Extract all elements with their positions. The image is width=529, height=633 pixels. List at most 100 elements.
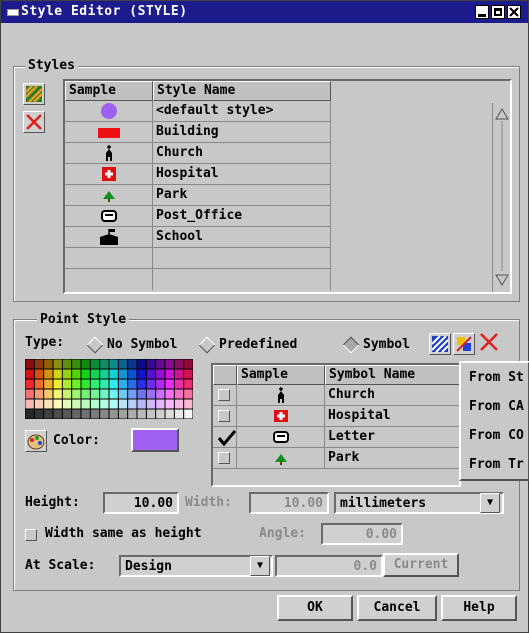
symbol-row-name[interactable]: Hospital [325,406,459,427]
palette-color-cell[interactable] [62,389,72,399]
table-row-style-name[interactable]: Park [153,185,331,206]
symbol-row-name[interactable]: Letter [325,427,459,448]
menu-item-from-ca[interactable]: From CA [461,392,528,421]
symbol-row-checkbox[interactable] [213,406,237,427]
palette-color-cell[interactable] [128,359,137,369]
palette-color-cell[interactable] [25,379,34,389]
palette-color-cell[interactable] [100,409,109,419]
table-row-empty[interactable] [65,248,153,269]
close-icon[interactable] [507,5,521,19]
palette-color-cell[interactable] [44,369,53,379]
table-row-sample[interactable] [65,164,153,185]
width-field[interactable]: 10.00 [249,492,329,514]
palette-color-cell[interactable] [25,389,34,399]
symbol-editor-icon[interactable] [453,333,475,355]
window-menu-icon[interactable] [7,9,19,16]
symbol-row-name[interactable]: Park [325,448,459,469]
hatch-pattern-icon[interactable] [429,333,451,355]
palette-color-cell[interactable] [174,409,184,419]
table-row-empty[interactable] [153,269,331,290]
palette-color-cell[interactable] [34,379,44,389]
palette-color-cell[interactable] [44,379,53,389]
palette-color-cell[interactable] [165,369,174,379]
palette-color-cell[interactable] [72,359,81,369]
chevron-down-icon[interactable]: ▼ [480,493,500,513]
cancel-button[interactable]: Cancel [357,595,437,621]
column-header-sample[interactable]: Sample [237,365,325,385]
palette-color-cell[interactable] [184,399,193,409]
same-as-height-checkbox[interactable] [25,529,37,541]
palette-color-cell[interactable] [165,359,174,369]
palette-color-cell[interactable] [137,389,146,399]
palette-color-cell[interactable] [184,409,193,419]
palette-color-cell[interactable] [174,399,184,409]
palette-color-cell[interactable] [174,369,184,379]
palette-color-cell[interactable] [34,409,44,419]
palette-color-cell[interactable] [128,389,137,399]
palette-color-cell[interactable] [90,399,100,409]
radio-predefined-label[interactable]: Predefined [219,337,297,352]
column-header-style-name[interactable]: Style Name [153,81,331,101]
chevron-down-icon[interactable]: ▼ [250,556,270,576]
symbol-row-checkbox[interactable] [213,448,237,469]
palette-color-cell[interactable] [72,389,81,399]
maximize-icon[interactable] [491,5,505,19]
palette-color-cell[interactable] [72,399,81,409]
palette-color-cell[interactable] [109,389,118,399]
palette-color-cell[interactable] [146,399,156,409]
palette-color-cell[interactable] [100,379,109,389]
palette-color-cell[interactable] [53,389,62,399]
color-palette[interactable] [25,359,193,419]
palette-color-cell[interactable] [44,359,53,369]
palette-color-cell[interactable] [156,359,165,369]
palette-color-cell[interactable] [53,399,62,409]
palette-color-cell[interactable] [62,379,72,389]
palette-color-cell[interactable] [156,399,165,409]
palette-color-cell[interactable] [44,399,53,409]
palette-color-cell[interactable] [156,409,165,419]
ok-button[interactable]: OK [277,595,353,621]
palette-color-cell[interactable] [146,379,156,389]
new-style-icon[interactable] [23,83,45,105]
palette-color-cell[interactable] [81,389,90,399]
palette-color-cell[interactable] [165,379,174,389]
palette-color-cell[interactable] [44,389,53,399]
table-row-sample[interactable] [65,227,153,248]
symbol-row-sample[interactable] [237,448,325,469]
palette-color-cell[interactable] [118,359,128,369]
same-as-height-label[interactable]: Width same as height [45,526,202,541]
palette-color-cell[interactable] [25,359,34,369]
palette-color-cell[interactable] [165,409,174,419]
palette-color-cell[interactable] [146,409,156,419]
palette-color-cell[interactable] [81,369,90,379]
palette-color-cell[interactable] [34,369,44,379]
palette-color-cell[interactable] [174,379,184,389]
palette-color-cell[interactable] [53,369,62,379]
palette-color-cell[interactable] [128,379,137,389]
palette-color-cell[interactable] [100,369,109,379]
radio-symbol-label[interactable]: Symbol [363,337,410,352]
scale-number-field[interactable]: 0.0 [275,555,383,577]
title-bar[interactable]: Style Editor (STYLE) [1,1,528,23]
palette-color-cell[interactable] [184,379,193,389]
palette-color-cell[interactable] [90,359,100,369]
palette-color-cell[interactable] [90,369,100,379]
table-row-sample[interactable] [65,206,153,227]
palette-color-cell[interactable] [118,399,128,409]
palette-color-cell[interactable] [109,359,118,369]
delete-symbol-icon[interactable] [478,331,500,357]
palette-color-cell[interactable] [137,399,146,409]
palette-color-cell[interactable] [128,369,137,379]
symbol-row-sample[interactable] [237,385,325,406]
palette-color-cell[interactable] [62,399,72,409]
palette-color-cell[interactable] [146,359,156,369]
palette-color-cell[interactable] [118,389,128,399]
palette-color-cell[interactable] [165,389,174,399]
angle-field[interactable]: 0.00 [321,523,403,545]
palette-color-cell[interactable] [137,359,146,369]
palette-color-cell[interactable] [81,359,90,369]
palette-color-cell[interactable] [118,369,128,379]
palette-color-cell[interactable] [109,369,118,379]
palette-color-cell[interactable] [174,359,184,369]
current-button[interactable]: Current [383,553,459,577]
